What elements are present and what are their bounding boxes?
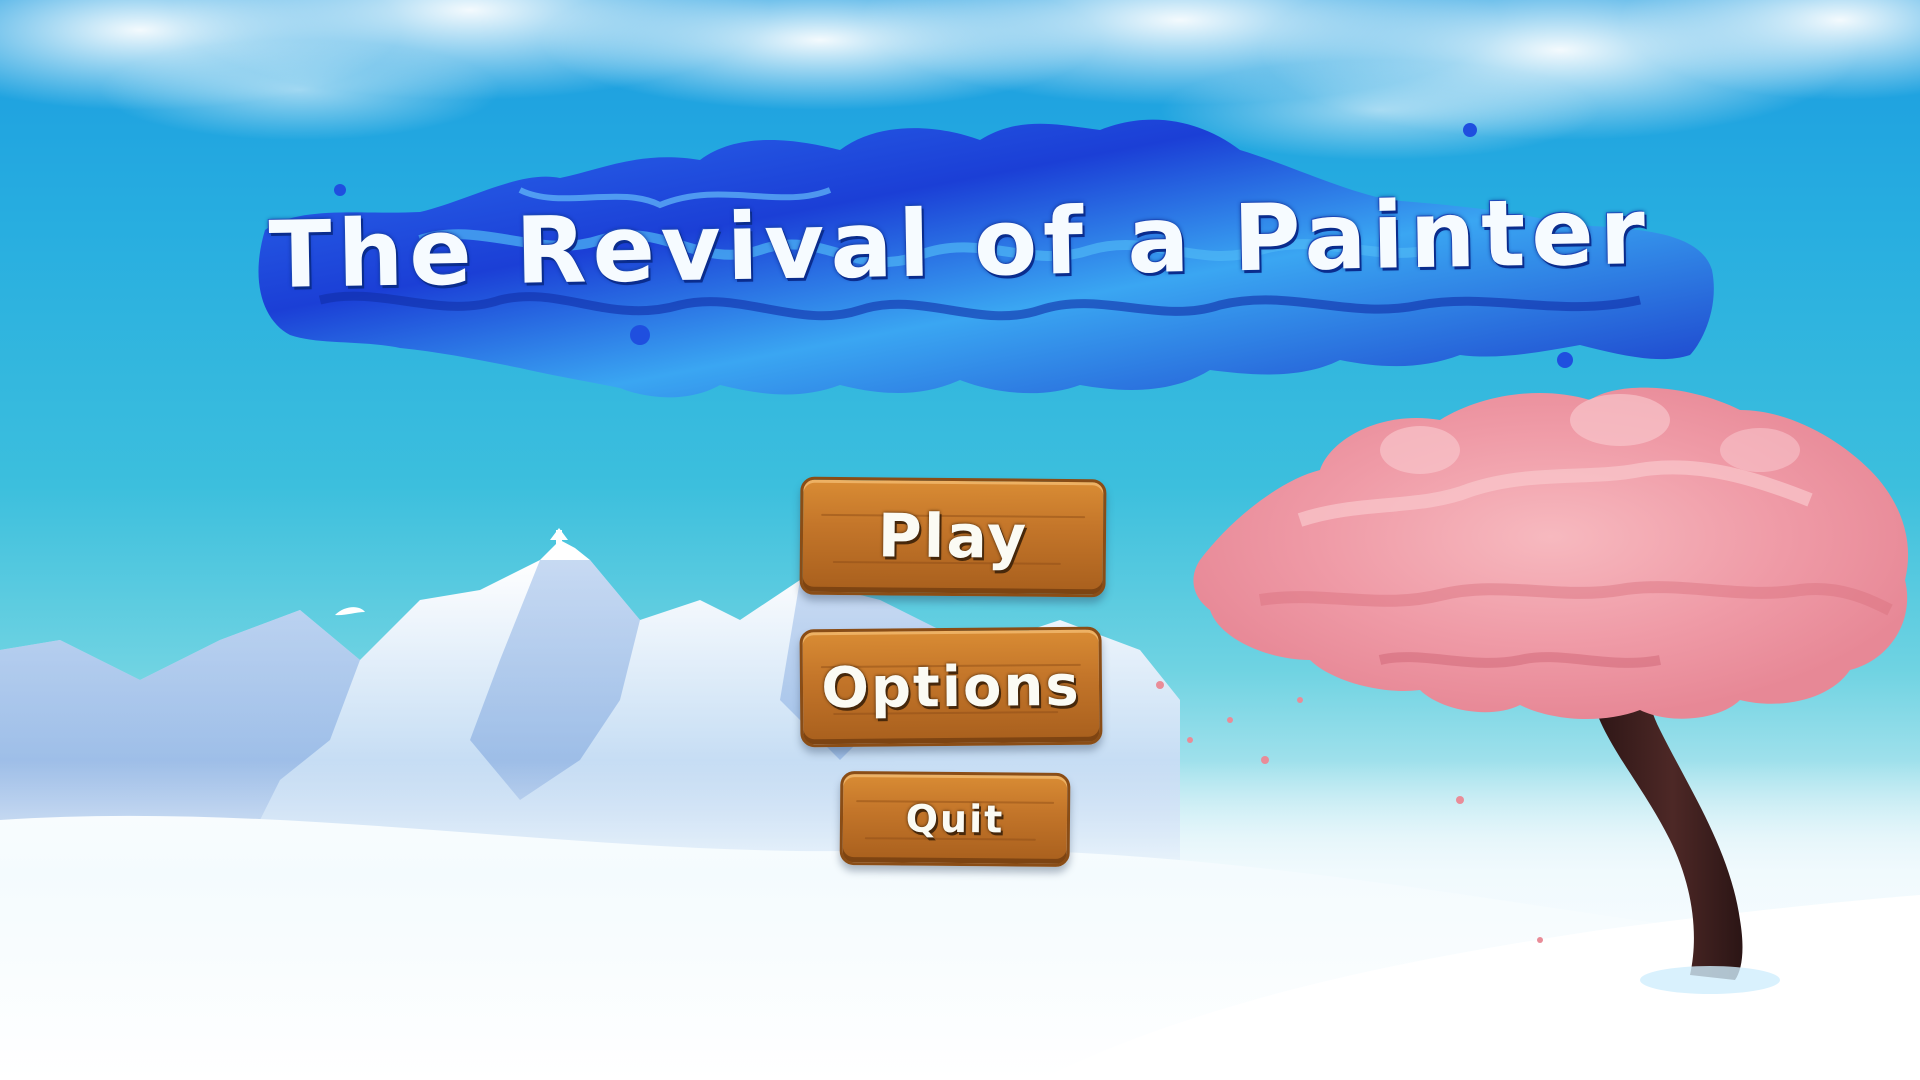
main-menu: Play Options Quit <box>0 0 1920 1080</box>
quit-button-label: Quit <box>905 796 1005 842</box>
play-button-label: Play <box>877 501 1029 573</box>
title-screen: The Revival of a Painter Play Options Qu… <box>0 0 1920 1080</box>
quit-button[interactable]: Quit <box>839 770 1071 868</box>
play-button[interactable]: Play <box>799 476 1107 598</box>
options-button[interactable]: Options <box>799 626 1103 748</box>
options-button-label: Options <box>821 653 1081 721</box>
